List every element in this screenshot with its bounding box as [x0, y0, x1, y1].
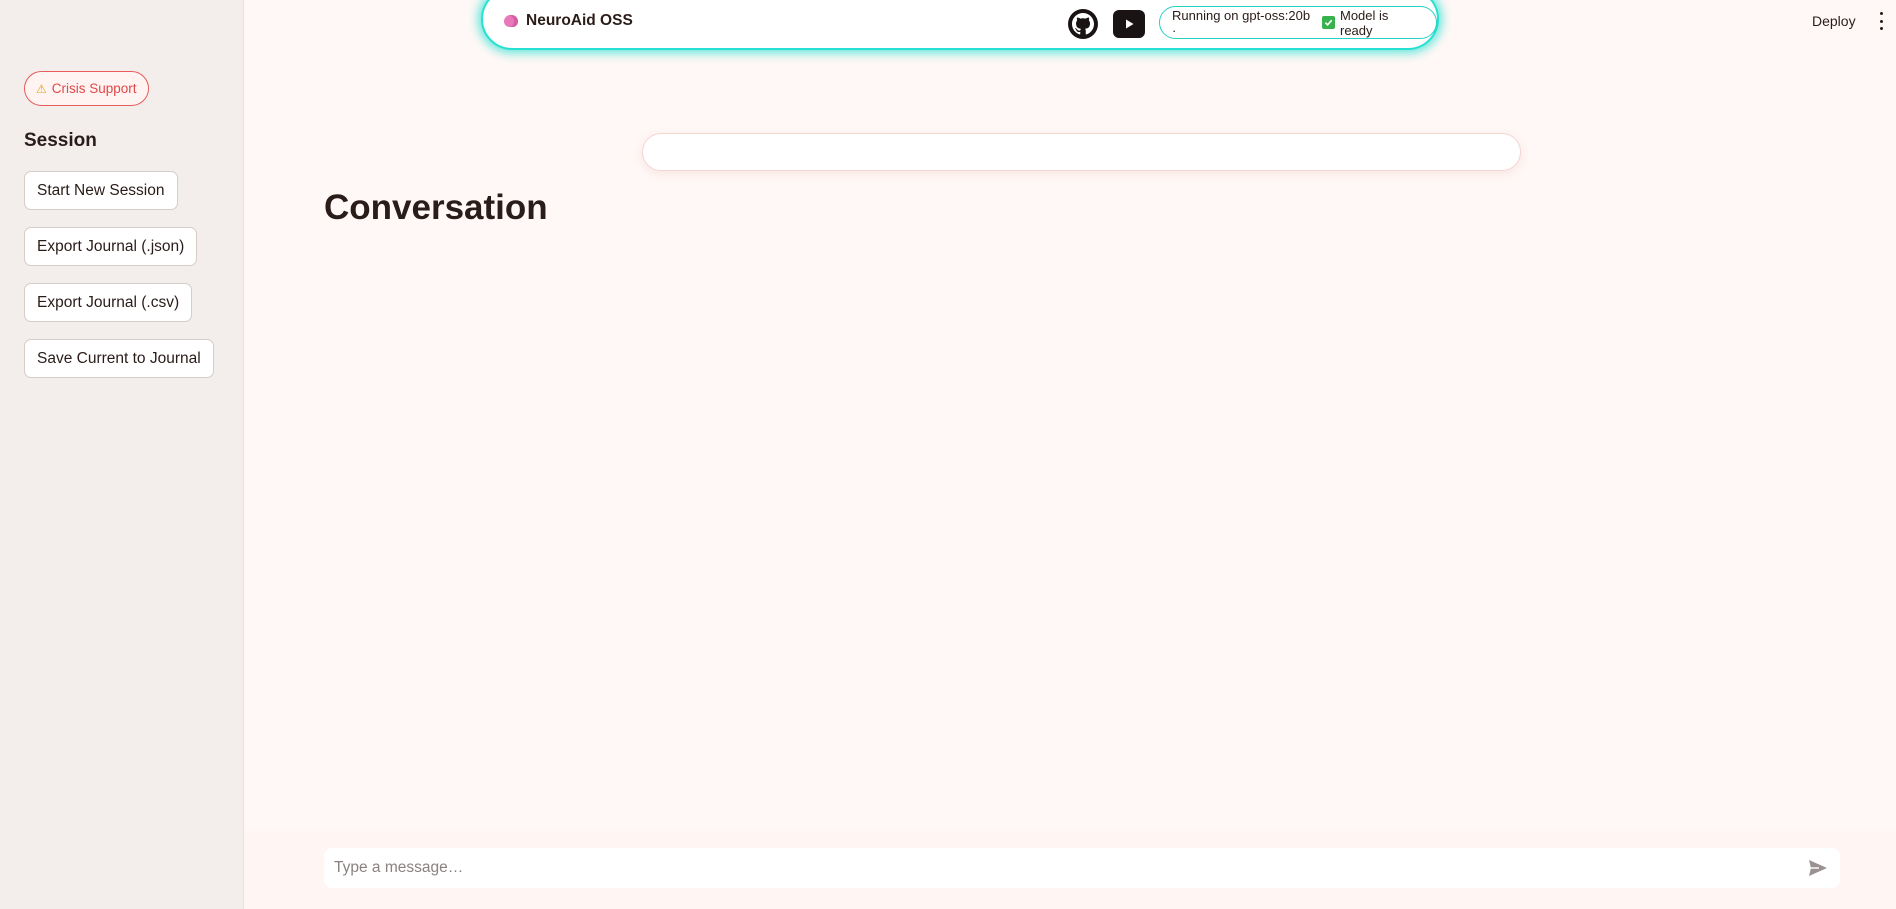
app-title: NeuroAid OSS — [526, 12, 633, 29]
send-glyph — [1809, 860, 1827, 876]
model-status-badge: Running on gpt-oss:20b · Model is ready — [1159, 6, 1437, 39]
status-runtime-text: Running on gpt-oss:20b · — [1172, 7, 1311, 38]
check-icon — [1322, 16, 1335, 29]
save-to-journal-button[interactable]: Save Current to Journal — [24, 339, 214, 378]
export-journal-json-button[interactable]: Export Journal (.json) — [24, 227, 198, 266]
center-search-input[interactable] — [642, 133, 1521, 171]
export-journal-csv-button[interactable]: Export Journal (.csv) — [24, 283, 193, 322]
kebab-menu-icon[interactable] — [1878, 12, 1884, 30]
github-icon[interactable] — [1068, 9, 1098, 39]
youtube-icon[interactable] — [1113, 10, 1145, 38]
brand: NeuroAid OSS — [504, 12, 633, 30]
session-heading: Session — [24, 130, 97, 151]
brain-icon — [504, 15, 518, 27]
github-logo — [1072, 13, 1094, 35]
kebab-dot — [1879, 27, 1883, 30]
kebab-dot — [1879, 12, 1883, 15]
check-glyph — [1324, 19, 1333, 27]
crisis-support-button[interactable]: ⚠ Crisis Support — [24, 71, 149, 106]
sidebar: ⚠ Crisis Support Session Start New Sessi… — [0, 0, 244, 909]
start-new-session-button[interactable]: Start New Session — [24, 171, 178, 210]
status-ready-text: Model is ready — [1339, 7, 1389, 38]
kebab-dot — [1879, 19, 1883, 23]
deploy-button[interactable]: Deploy — [1812, 13, 1856, 29]
warning-icon: ⚠ — [36, 81, 47, 96]
crisis-support-label: Crisis Support — [51, 81, 137, 96]
play-glyph — [1126, 19, 1134, 29]
chat-message-input[interactable] — [324, 848, 1784, 888]
chat-input-container — [324, 848, 1840, 888]
page-title: Conversation — [324, 188, 548, 227]
send-icon[interactable] — [1808, 859, 1828, 882]
app-root: ⚠ Crisis Support Session Start New Sessi… — [0, 0, 1896, 909]
top-banner: NeuroAid OSS Running on gpt-oss:20b · Mo… — [481, 0, 1439, 50]
